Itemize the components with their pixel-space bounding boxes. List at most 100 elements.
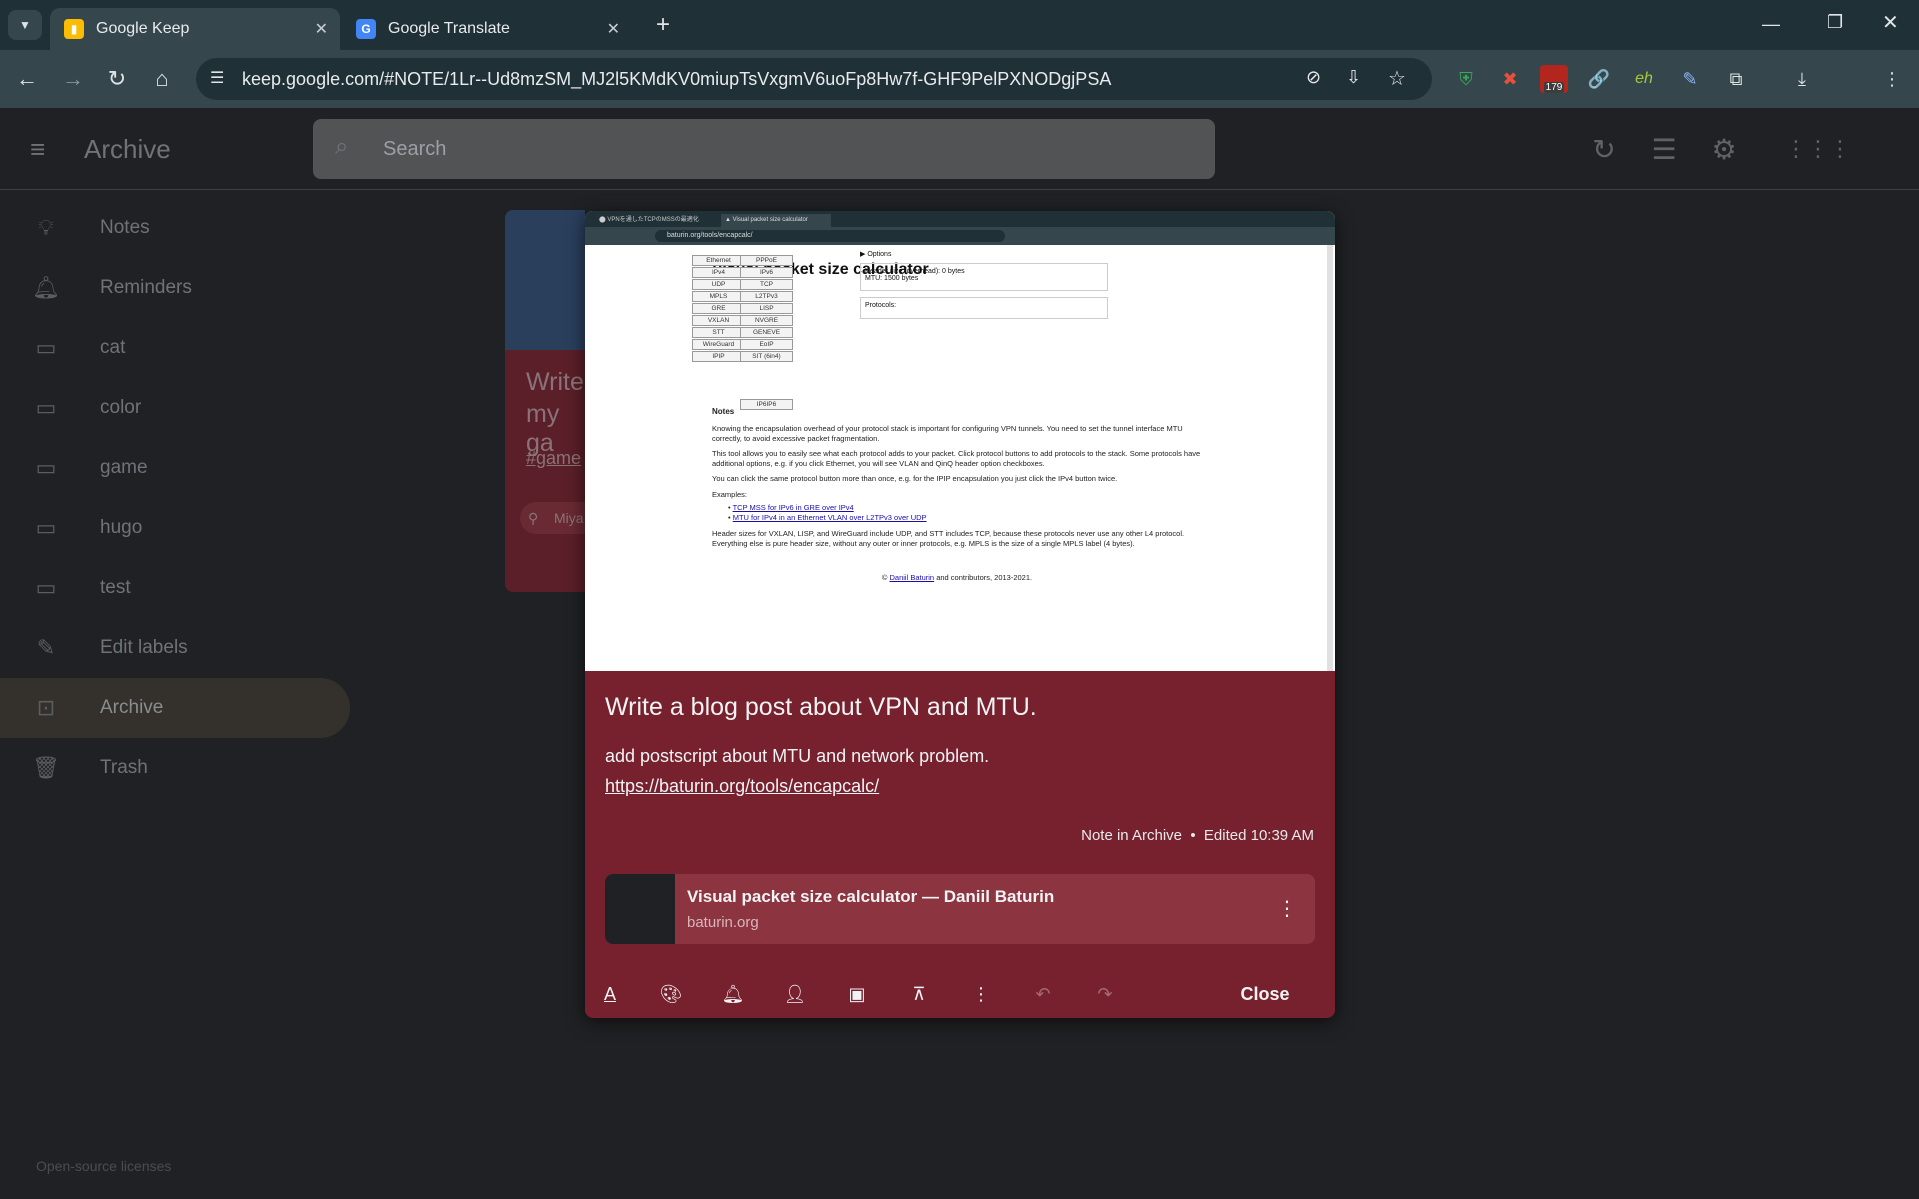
more-options-icon[interactable]: ⋮ — [963, 976, 999, 1012]
sidebar-item-test[interactable]: ▭ test — [0, 558, 350, 618]
archive-icon: ⊡ — [36, 695, 56, 720]
sidebar-item-edit-labels[interactable]: ✎ Edit labels — [0, 618, 350, 678]
eh-extension-icon[interactable]: eh — [1630, 65, 1658, 93]
sidebar-item-label: cat — [100, 337, 126, 358]
paper-extension-icon[interactable]: ✎ — [1676, 65, 1704, 93]
card-image — [505, 210, 585, 350]
main-menu-icon[interactable]: ≡ — [30, 134, 45, 165]
background-options-icon[interactable]: 🎨︎ — [653, 976, 689, 1012]
note-title[interactable]: Write a blog post about VPN and MTU. — [605, 693, 1037, 722]
protocol-button: SIT (6in4) — [740, 351, 793, 362]
reload-icon[interactable]: ↻ — [100, 62, 134, 96]
unarchive-icon[interactable]: ⊼ — [901, 976, 937, 1012]
new-tab-button[interactable]: + — [648, 12, 678, 42]
chrome-menu-icon[interactable]: ⋮ — [1878, 65, 1906, 93]
archived-note-card[interactable]: Write my ga #game ⚲ Miya — [505, 210, 585, 592]
paragraph: Header sizes for VXLAN, LISP, and WireGu… — [712, 529, 1185, 548]
bookmark-star-icon[interactable]: ☆ — [1388, 66, 1406, 91]
more-vert-icon[interactable]: ⋮ — [1277, 894, 1297, 924]
protocol-button: IPv6 — [740, 267, 793, 278]
install-app-icon[interactable]: ⇩ — [1346, 67, 1361, 88]
note-body-link[interactable]: https://baturin.org/tools/encapcalc/ — [605, 776, 879, 796]
note-editor-dialog: ⬤ VPNを通したTCPのMSSの最適化 ▲ Visual packet siz… — [585, 211, 1335, 1018]
counter-extension-icon[interactable]: 179 — [1540, 65, 1568, 93]
embedded-tab-title: VPNを通したTCPのMSSの最適化 — [607, 217, 699, 223]
close-window-icon[interactable]: ✕ — [1882, 10, 1899, 35]
collaborator-icon[interactable]: 👤︎ — [777, 976, 813, 1012]
protocol-button: LISP — [740, 303, 793, 314]
tab-title: Google Translate — [388, 20, 510, 37]
scrollbar[interactable] — [1327, 245, 1333, 671]
label-icon: ▭ — [35, 575, 57, 600]
tab-search-button[interactable]: ▼ — [8, 10, 42, 40]
sidebar-item-cat[interactable]: ▭ cat — [0, 318, 350, 378]
page-title: Archive — [84, 134, 171, 164]
undo-icon[interactable]: ↶ — [1025, 976, 1061, 1012]
example-link-text: TCP MSS for IPv6 in GRE over IPv4 — [732, 503, 854, 512]
forward-icon[interactable]: → — [56, 62, 90, 96]
link-extension-icon[interactable]: 🔗 — [1585, 65, 1613, 93]
tracking-protection-icon[interactable]: ⊘ — [1306, 67, 1321, 88]
protocol-button: GRE — [692, 303, 745, 314]
close-tab-icon[interactable]: ✕ — [315, 19, 328, 39]
sidebar-item-game[interactable]: ▭ game — [0, 438, 350, 498]
sidebar-item-hugo[interactable]: ▭ hugo — [0, 498, 350, 558]
close-tab-icon[interactable]: ✕ — [607, 19, 620, 39]
link-preview-card[interactable]: Visual packet size calculator — Daniil B… — [605, 874, 1315, 944]
restore-window-icon[interactable]: ❐ — [1827, 12, 1843, 33]
add-image-icon[interactable]: ▣ — [839, 976, 875, 1012]
paragraph: Knowing the encapsulation overhead of yo… — [712, 424, 1183, 443]
settings-gear-icon[interactable]: ⚙ — [1706, 131, 1742, 167]
location-chip[interactable]: ⚲ Miya — [520, 502, 585, 534]
tab-google-keep[interactable]: ▮ Google Keep ✕ — [50, 8, 340, 50]
list-view-icon[interactable]: ☰ — [1646, 131, 1682, 167]
sidebar-item-label: Archive — [100, 697, 164, 718]
address-url: keep.google.com/#NOTE/1Lr--Ud8mzSM_MJ2l5… — [242, 68, 1112, 89]
location-pin-icon: ⚲ — [528, 510, 539, 526]
sidebar-item-color[interactable]: ▭ color — [0, 378, 350, 438]
protocol-button: EoIP — [740, 339, 793, 350]
back-icon[interactable]: ← — [10, 62, 44, 96]
embedded-tab: ▲ Visual packet size calculator — [721, 214, 831, 227]
address-bar[interactable]: ☰ keep.google.com/#NOTE/1Lr--Ud8mzSM_MJ2… — [196, 58, 1432, 100]
blocker-extension-icon[interactable]: ✖ — [1496, 65, 1524, 93]
protocol-button: TCP — [740, 279, 793, 290]
protocol-button: VXLAN — [692, 315, 745, 326]
refresh-icon[interactable]: ↻ — [1586, 131, 1622, 167]
minimize-window-icon[interactable]: — — [1762, 14, 1780, 35]
protocol-button: NVGRE — [740, 315, 793, 326]
sidebar-item-notes[interactable]: 💡︎ Notes — [0, 198, 350, 258]
formatting-options-icon[interactable]: A — [592, 976, 628, 1012]
protocol-button: PPPoE — [740, 255, 793, 266]
link-domain: baturin.org — [687, 914, 759, 931]
sidebar-item-reminders[interactable]: 🔔︎ Reminders — [0, 258, 350, 318]
close-button[interactable]: Close — [1215, 976, 1315, 1012]
example-link: • TCP MSS for IPv6 in GRE over IPv4 — [728, 503, 854, 512]
remind-me-icon[interactable]: 🔔︎ — [715, 976, 751, 1012]
embedded-tab-title: Visual packet size calculator — [732, 217, 808, 223]
protocols-box: Protocols: — [860, 297, 1108, 319]
sidebar-item-label: game — [100, 457, 148, 478]
downloads-icon[interactable]: ⤓ — [1788, 65, 1816, 93]
link-thumbnail — [605, 874, 675, 944]
site-info-icon[interactable]: ☰ — [210, 68, 224, 88]
protocol-button: MPLS — [692, 291, 745, 302]
shield-extension-icon[interactable]: ⛨ — [1452, 65, 1480, 93]
sidebar-item-label: Trash — [100, 757, 148, 778]
embedded-footer: © Daniil Baturin and contributors, 2013-… — [881, 573, 1033, 582]
browser-toolbar: ← → ↻ ⌂ ☰ keep.google.com/#NOTE/1Lr--Ud8… — [0, 50, 1919, 108]
sidebar-item-archive[interactable]: ⊡ Archive — [0, 678, 350, 738]
apps-grid-icon[interactable]: ⋮⋮⋮ — [1785, 131, 1851, 167]
sidebar-item-trash[interactable]: 🗑︎ Trash — [0, 738, 350, 798]
protocol-button: UDP — [692, 279, 745, 290]
note-body[interactable]: add postscript about MTU and network pro… — [605, 741, 989, 801]
search-icon[interactable]: ⌕ — [335, 133, 348, 161]
note-attached-image[interactable]: ⬤ VPNを通したTCPのMSSの最適化 ▲ Visual packet siz… — [585, 211, 1335, 671]
home-icon[interactable]: ⌂ — [145, 62, 179, 96]
location-text: Miya — [554, 510, 584, 526]
tab-google-translate[interactable]: G Google Translate ✕ — [342, 8, 632, 50]
puzzle-extensions-icon[interactable]: ⧉ — [1722, 65, 1750, 93]
redo-icon[interactable]: ↷ — [1087, 976, 1123, 1012]
search-input[interactable]: ⌕ Search — [313, 119, 1215, 179]
open-source-licenses-link[interactable]: Open-source licenses — [36, 1158, 171, 1174]
